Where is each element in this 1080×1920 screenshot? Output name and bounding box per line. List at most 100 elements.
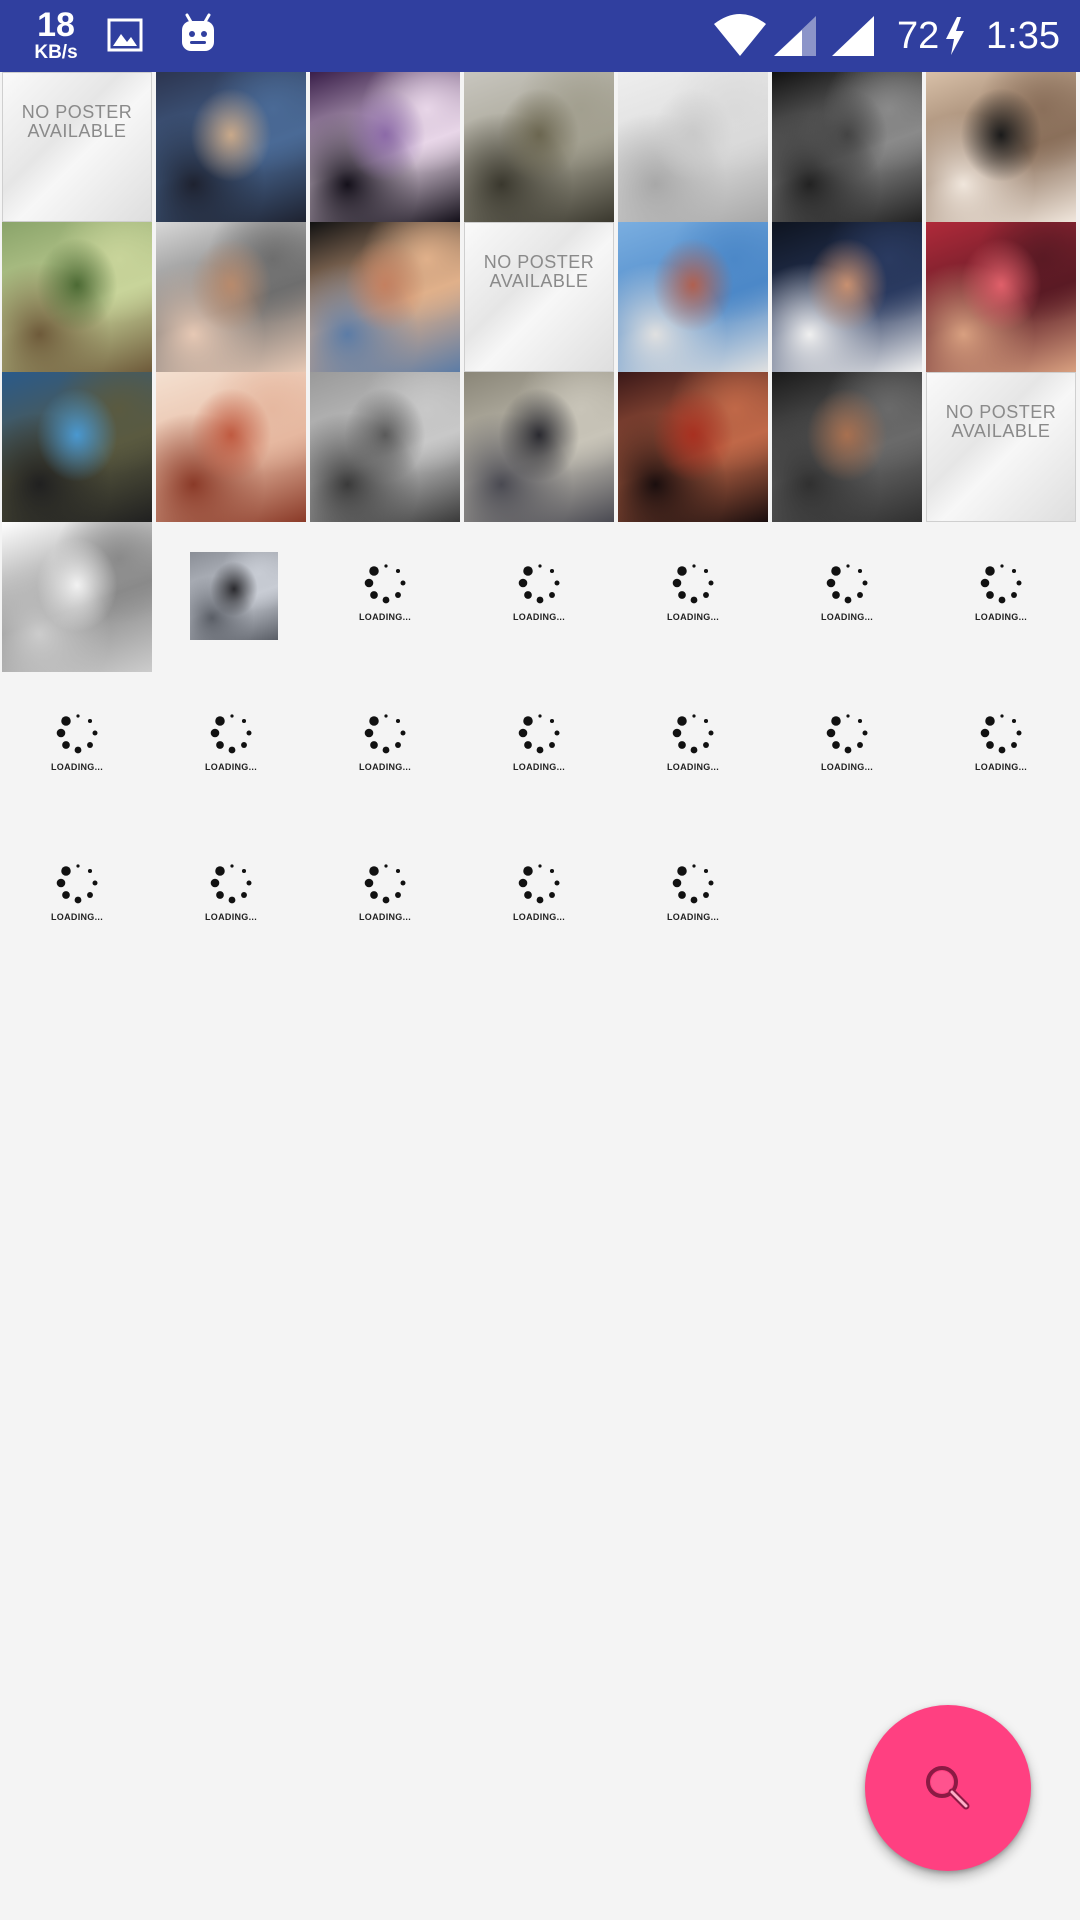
poster-thumbnail <box>772 222 922 372</box>
search-icon <box>926 1766 970 1810</box>
loading-label: LOADING... <box>205 762 257 772</box>
loading-spinner-icon <box>672 714 714 754</box>
poster-tile-loading: LOADING... <box>156 672 306 822</box>
poster-thumbnail <box>618 72 768 222</box>
no-poster-label: NO POSTER AVAILABLE <box>465 253 613 291</box>
poster-thumbnail <box>310 372 460 522</box>
loading-spinner-icon <box>210 714 252 754</box>
loading-label: LOADING... <box>667 912 719 922</box>
loading-spinner-icon <box>364 564 406 604</box>
poster-tile-newspaper-page[interactable] <box>618 72 768 222</box>
poster-tile-portrait-bw[interactable] <box>772 72 922 222</box>
poster-tile-no-poster[interactable]: NO POSTER AVAILABLE <box>2 72 152 222</box>
loading-label: LOADING... <box>51 762 103 772</box>
loading-spinner-icon <box>672 564 714 604</box>
no-poster-line: NO POSTER <box>945 402 1057 422</box>
poster-tile-loading: LOADING... <box>2 822 152 972</box>
poster-tile-red-scene[interactable] <box>618 372 768 522</box>
poster-tile-loading: LOADING... <box>464 522 614 672</box>
poster-thumbnail <box>772 372 922 522</box>
poster-tile-loading: LOADING... <box>926 672 1076 822</box>
poster-tile-loading: LOADING... <box>772 672 922 822</box>
poster-thumbnail <box>618 222 768 372</box>
no-poster-line: NO POSTER <box>483 252 595 272</box>
poster-thumbnail <box>2 222 152 372</box>
loading-spinner-icon <box>672 864 714 904</box>
poster-thumbnail <box>464 372 614 522</box>
signal-icon <box>830 16 876 63</box>
poster-tile-cartoon-sign[interactable] <box>618 222 768 372</box>
no-poster-line: AVAILABLE <box>489 271 589 291</box>
poster-tile-group-under-tree[interactable] <box>464 372 614 522</box>
loading-spinner-icon <box>364 864 406 904</box>
no-poster-label: NO POSTER AVAILABLE <box>3 103 151 141</box>
poster-tile-band-group[interactable] <box>156 72 306 222</box>
loading-spinner-icon <box>56 864 98 904</box>
poster-tile-man-at-panel[interactable] <box>772 222 922 372</box>
poster-tile-tree-painting[interactable] <box>2 222 152 372</box>
poster-tile-loading: LOADING... <box>310 822 460 972</box>
poster-tile-no-poster[interactable]: NO POSTER AVAILABLE <box>464 222 614 372</box>
poster-tile-loading: LOADING... <box>618 822 768 972</box>
clock: 1:35 <box>986 15 1060 57</box>
loading-label: LOADING... <box>975 612 1027 622</box>
loading-spinner-icon <box>364 714 406 754</box>
poster-tile-text-document[interactable] <box>2 522 152 672</box>
loading-label: LOADING... <box>513 912 565 922</box>
loading-label: LOADING... <box>667 762 719 772</box>
poster-tile-street-car[interactable] <box>156 522 306 672</box>
loading-spinner-icon <box>826 714 868 754</box>
poster-tile-historic-crowd-bw[interactable] <box>310 372 460 522</box>
android-icon <box>178 12 218 61</box>
poster-tile-older-man-microphone[interactable] <box>156 222 306 372</box>
poster-thumbnail <box>2 372 152 522</box>
search-fab-button[interactable] <box>865 1705 1031 1871</box>
loading-spinner-icon <box>518 864 560 904</box>
loading-label: LOADING... <box>821 762 873 772</box>
poster-tile-loading: LOADING... <box>2 672 152 822</box>
loading-spinner-icon <box>518 564 560 604</box>
poster-thumbnail <box>190 552 278 640</box>
poster-tile-no-poster[interactable]: NO POSTER AVAILABLE <box>926 372 1076 522</box>
poster-tile-old-building-sepia[interactable] <box>156 372 306 522</box>
poster-tile-loading: LOADING... <box>772 522 922 672</box>
poster-tile-blue-train[interactable] <box>2 372 152 522</box>
poster-thumbnail <box>156 222 306 372</box>
poster-tile-stage-performers[interactable] <box>310 72 460 222</box>
poster-thumbnail <box>926 72 1076 222</box>
no-poster-line: AVAILABLE <box>27 121 127 141</box>
network-speed-value: 18 <box>37 6 75 44</box>
loading-spinner-icon <box>980 564 1022 604</box>
signal-icon <box>772 16 818 63</box>
loading-spinner-icon <box>518 714 560 754</box>
battery-level: 72 <box>897 15 940 57</box>
poster-tile-crowd-red[interactable] <box>926 222 1076 372</box>
poster-thumbnail <box>464 72 614 222</box>
network-speed-indicator: 18 KB/s <box>26 8 86 62</box>
poster-thumbnail <box>926 222 1076 372</box>
loading-label: LOADING... <box>359 912 411 922</box>
poster-tile-loading: LOADING... <box>156 822 306 972</box>
loading-label: LOADING... <box>359 612 411 622</box>
poster-thumbnail <box>618 372 768 522</box>
network-speed-unit: KB/s <box>34 42 78 63</box>
poster-tile-theater-building[interactable] <box>464 72 614 222</box>
loading-label: LOADING... <box>975 762 1027 772</box>
status-bar: 18 KB/s 72 1:35 <box>0 0 1080 72</box>
loading-spinner-icon <box>56 714 98 754</box>
poster-tile-loading: LOADING... <box>926 522 1076 672</box>
no-poster-line: AVAILABLE <box>951 421 1051 441</box>
loading-label: LOADING... <box>513 612 565 622</box>
poster-tile-loading: LOADING... <box>310 522 460 672</box>
loading-label: LOADING... <box>513 762 565 772</box>
poster-tile-loading: LOADING... <box>464 672 614 822</box>
poster-tile-man-with-microphone[interactable] <box>772 372 922 522</box>
poster-thumbnail <box>310 222 460 372</box>
poster-tile-loading: LOADING... <box>618 672 768 822</box>
loading-label: LOADING... <box>359 762 411 772</box>
no-poster-label: NO POSTER AVAILABLE <box>927 403 1075 441</box>
poster-tile-loading: LOADING... <box>618 522 768 672</box>
poster-tile-loading: LOADING... <box>310 672 460 822</box>
poster-tile-bearded-man-speaking[interactable] <box>310 222 460 372</box>
poster-tile-man-in-suit[interactable] <box>926 72 1076 222</box>
